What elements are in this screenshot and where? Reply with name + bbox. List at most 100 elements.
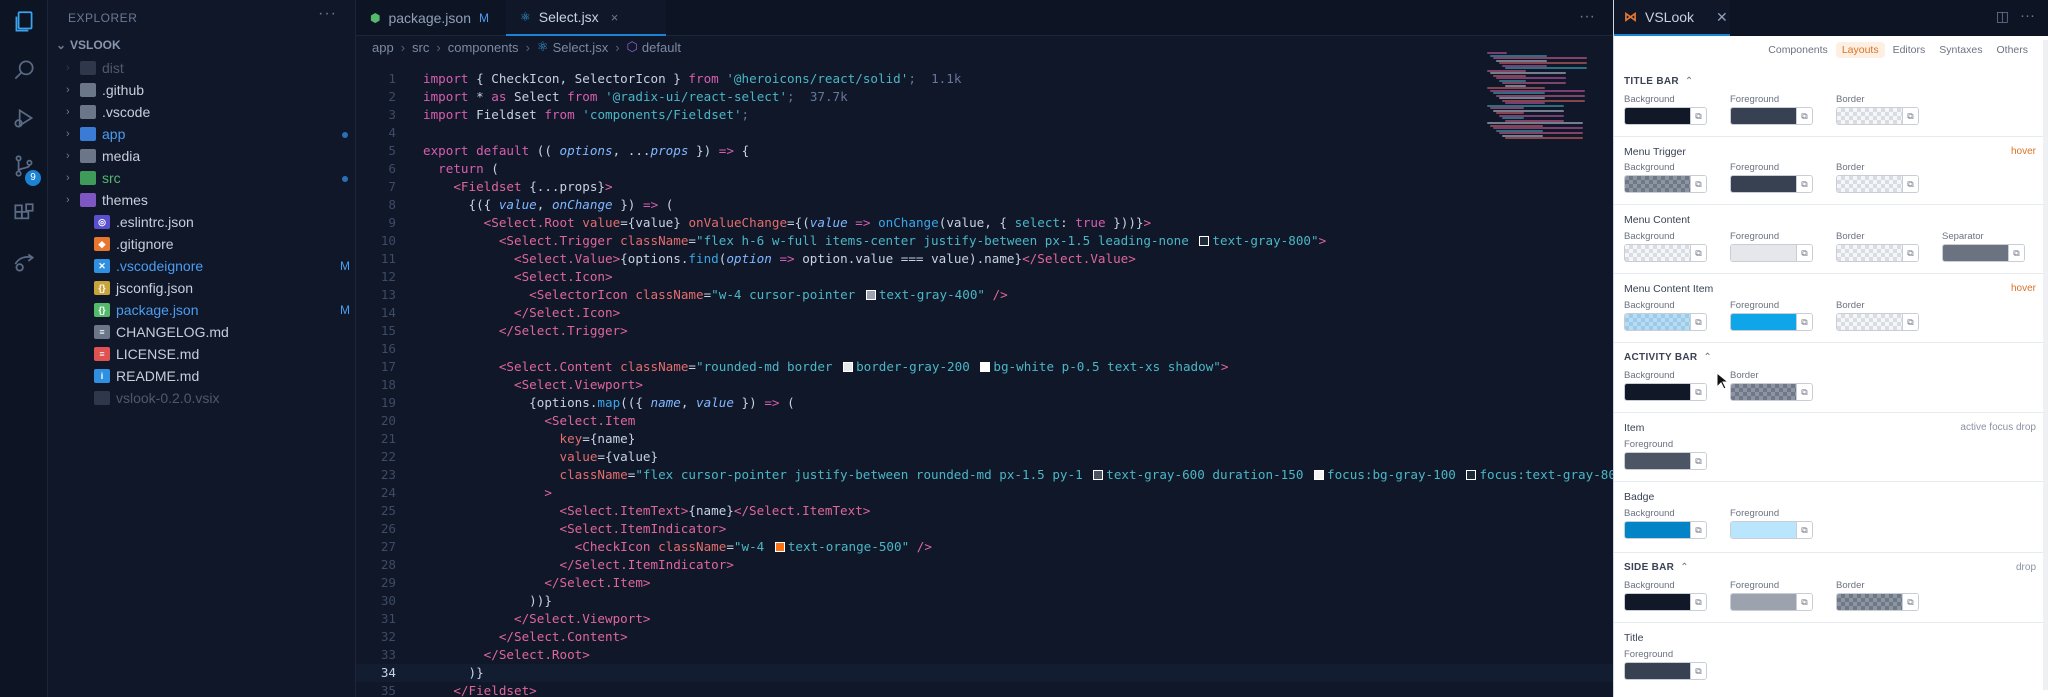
copy-icon[interactable]: ⧉ [1690, 522, 1706, 538]
menu-content-foreground-swatch[interactable]: ⧉ [1730, 244, 1813, 262]
code-line[interactable]: 6 return ( [356, 160, 1613, 178]
copy-icon[interactable]: ⧉ [1690, 108, 1706, 124]
minimap[interactable] [1483, 52, 1603, 142]
nav-syntaxes[interactable]: Syntaxes [1933, 42, 1988, 58]
extensions-icon[interactable] [8, 198, 40, 230]
menu-content-item-background-swatch[interactable]: ⧉ [1624, 313, 1707, 331]
panel-scrollbar[interactable] [2043, 40, 2048, 690]
copy-icon[interactable]: ⧉ [1796, 108, 1812, 124]
side-bar-foreground-swatch[interactable]: ⧉ [1730, 593, 1813, 611]
search-icon[interactable] [8, 54, 40, 86]
breadcrumb-item[interactable]: Select.jsx [553, 40, 609, 55]
code-line[interactable]: 4 [356, 124, 1613, 142]
tree-item[interactable]: › .github [48, 79, 356, 101]
badge-background-swatch[interactable]: ⧉ [1624, 521, 1707, 539]
code-line[interactable]: 34 )} [356, 664, 1613, 682]
code-line[interactable]: 16 [356, 340, 1613, 358]
nav-layouts[interactable]: Layouts [1835, 42, 1885, 58]
tree-item[interactable]: ›◆.gitignore [48, 233, 356, 255]
tree-item[interactable]: ›◎.eslintrc.json [48, 211, 356, 233]
section-title[interactable]: TITLE BAR ⌃ [1624, 76, 1694, 87]
copy-icon[interactable]: ⧉ [1690, 384, 1706, 400]
nav-editors[interactable]: Editors [1887, 42, 1932, 58]
code-line[interactable]: 22 value={value} [356, 448, 1613, 466]
tree-item[interactable]: ›{}jsconfig.json [48, 277, 356, 299]
tree-item[interactable]: ›{}package.jsonM [48, 299, 356, 321]
chevron-up-icon[interactable]: ⌃ [1703, 352, 1712, 363]
code-line[interactable]: 20 <Select.Item [356, 412, 1613, 430]
menu-content-item-border-swatch[interactable]: ⧉ [1836, 313, 1919, 331]
code-line[interactable]: 9 <Select.Root value={value} onValueChan… [356, 214, 1613, 232]
section-title[interactable]: SIDE BAR ⌃ [1624, 562, 1689, 573]
code-line[interactable]: 14 </Select.Icon> [356, 304, 1613, 322]
tree-item[interactable]: › themes [48, 189, 356, 211]
workspace-root[interactable]: ⌄ VSLOOK [56, 38, 121, 52]
explorer-icon[interactable] [8, 6, 40, 38]
close-icon[interactable]: ✕ [1716, 9, 1728, 26]
title-bar-border-swatch[interactable]: ⧉ [1836, 107, 1919, 125]
chevron-up-icon[interactable]: ⌃ [1685, 76, 1694, 87]
copy-icon[interactable]: ⧉ [1796, 594, 1812, 610]
tree-item[interactable]: ›iREADME.md [48, 365, 356, 387]
code-line[interactable]: 28 </Select.ItemIndicator> [356, 556, 1613, 574]
code-line[interactable]: 25 <Select.ItemText>{name}</Select.ItemT… [356, 502, 1613, 520]
code-line[interactable]: 1 import { CheckIcon, SelectorIcon } from… [356, 70, 1613, 88]
menu-content-border-swatch[interactable]: ⧉ [1836, 244, 1919, 262]
code-line[interactable]: 18 <Select.Viewport> [356, 376, 1613, 394]
title-bar-background-swatch[interactable]: ⧉ [1624, 107, 1707, 125]
code-line[interactable]: 31 </Select.Viewport> [356, 610, 1613, 628]
code-line[interactable]: 12 <Select.Icon> [356, 268, 1613, 286]
code-line[interactable]: 11 <Select.Value>{options.find(option =>… [356, 250, 1613, 268]
tree-item[interactable]: ›≡CHANGELOG.md [48, 321, 356, 343]
code-line[interactable]: 35 </Fieldset> [356, 682, 1613, 697]
title-bar-foreground-swatch[interactable]: ⧉ [1730, 107, 1813, 125]
code-line[interactable]: 7 <Fieldset {...props}> [356, 178, 1613, 196]
menu-content-separator-swatch[interactable]: ⧉ [1942, 244, 2025, 262]
breadcrumb-item[interactable]: default [642, 40, 681, 55]
code-line[interactable]: 30 ))} [356, 592, 1613, 610]
run-debug-icon[interactable] [8, 102, 40, 134]
tree-item[interactable]: ›✕.vscodeignoreM [48, 255, 356, 277]
menu-trigger-border-swatch[interactable]: ⧉ [1836, 175, 1919, 193]
tree-item[interactable]: › media [48, 145, 356, 167]
remote-icon[interactable] [8, 246, 40, 278]
code-line[interactable]: 5 export default (( options, ...props }) … [356, 142, 1613, 160]
code-line[interactable]: 19 {options.map(({ name, value }) => ( [356, 394, 1613, 412]
tree-item[interactable]: › app [48, 123, 356, 145]
title-foreground-swatch[interactable]: ⧉ [1624, 662, 1707, 680]
copy-icon[interactable]: ⧉ [1690, 176, 1706, 192]
nav-components[interactable]: Components [1762, 42, 1834, 58]
code-line[interactable]: 33 </Select.Root> [356, 646, 1613, 664]
code-line[interactable]: 3 import Fieldset from 'components/Fields… [356, 106, 1613, 124]
copy-icon[interactable]: ⧉ [1902, 594, 1918, 610]
copy-icon[interactable]: ⧉ [1690, 245, 1706, 261]
copy-icon[interactable]: ⧉ [1902, 314, 1918, 330]
breadcrumb-item[interactable]: app [372, 40, 394, 55]
copy-icon[interactable]: ⧉ [1690, 663, 1706, 679]
code-line[interactable]: 17 <Select.Content className="rounded-md… [356, 358, 1613, 376]
split-editor-icon[interactable]: ◫ [1996, 8, 2009, 25]
side-bar-border-swatch[interactable]: ⧉ [1836, 593, 1919, 611]
nav-others[interactable]: Others [1990, 42, 2034, 58]
code-line[interactable]: 32 </Select.Content> [356, 628, 1613, 646]
code-line[interactable]: 27 <CheckIcon className="w-4 text-orange… [356, 538, 1613, 556]
activity-bar-background-swatch[interactable]: ⧉ [1624, 383, 1707, 401]
tree-item[interactable]: › .vscode [48, 101, 356, 123]
more-actions-icon[interactable]: ··· [1579, 8, 1595, 26]
chevron-up-icon[interactable]: ⌃ [1680, 562, 1689, 573]
code-line[interactable]: 2 import * as Select from '@radix-ui/reac… [356, 88, 1613, 106]
code-line[interactable]: 29 </Select.Item> [356, 574, 1613, 592]
side-bar-background-swatch[interactable]: ⧉ [1624, 593, 1707, 611]
tree-item[interactable]: ›≡LICENSE.md [48, 343, 356, 365]
copy-icon[interactable]: ⧉ [1796, 384, 1812, 400]
copy-icon[interactable]: ⧉ [2008, 245, 2024, 261]
code-line[interactable]: 23 className="flex cursor-pointer justif… [356, 466, 1645, 484]
copy-icon[interactable]: ⧉ [1902, 176, 1918, 192]
tab-vslook[interactable]: ⋈ VSLook ✕ [1614, 0, 1730, 36]
breadcrumb-item[interactable]: components [448, 40, 519, 55]
tree-item[interactable]: ›vslook-0.2.0.vsix [48, 387, 356, 409]
code-line[interactable]: 26 <Select.ItemIndicator> [356, 520, 1613, 538]
close-icon[interactable]: × [611, 10, 619, 25]
tab-package-json[interactable]: ⬢ package.json M [356, 0, 503, 36]
copy-icon[interactable]: ⧉ [1796, 176, 1812, 192]
